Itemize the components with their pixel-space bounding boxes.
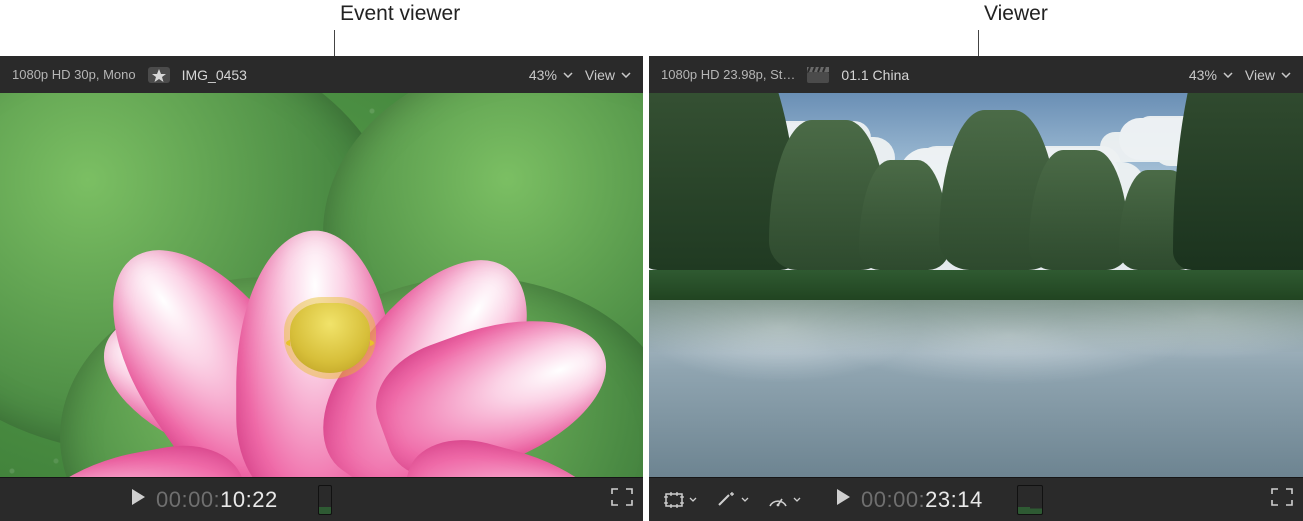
chevron-down-icon	[563, 72, 573, 78]
clip-name-text: 01.1 China	[841, 67, 909, 83]
chevron-down-icon	[741, 497, 749, 502]
transform-tool-menu[interactable]	[659, 489, 701, 511]
favorite-star-icon	[148, 67, 170, 83]
audio-meter[interactable]	[318, 485, 332, 515]
fullscreen-button[interactable]	[611, 488, 633, 511]
event-viewer-panel: 1080p HD 30p, Mono IMG_0453 43% View	[0, 56, 649, 521]
timecode-display[interactable]: 00:00:23:14	[861, 487, 983, 513]
preview-image	[649, 93, 1303, 477]
view-label: View	[1245, 67, 1275, 83]
chevron-down-icon	[1223, 72, 1233, 78]
view-options-menu[interactable]: View	[585, 67, 631, 83]
timecode-frames: 23:14	[925, 487, 983, 513]
play-button[interactable]	[835, 488, 851, 511]
retime-tool-menu[interactable]	[763, 489, 805, 511]
callout-leader-line	[978, 30, 979, 56]
audio-meter[interactable]	[1017, 485, 1043, 515]
viewer-footer: 00:00:23:14	[649, 477, 1303, 521]
clip-format-text: 1080p HD 23.98p, St…	[661, 67, 795, 82]
timecode-frames: 10:22	[220, 487, 278, 513]
viewer-header: 1080p HD 23.98p, St… 01.1 China 43% View	[649, 56, 1303, 93]
zoom-value: 43%	[529, 67, 557, 83]
clapperboard-icon	[807, 67, 829, 83]
event-viewer-canvas[interactable]	[0, 93, 643, 477]
view-options-menu[interactable]: View	[1245, 67, 1291, 83]
chevron-down-icon	[1281, 72, 1291, 78]
callout-leader-line	[334, 30, 335, 56]
chevron-down-icon	[621, 72, 631, 78]
event-viewer-footer: 00:00:10:22	[0, 477, 643, 521]
chevron-down-icon	[793, 497, 801, 502]
callout-event-viewer: Event viewer	[340, 2, 460, 26]
zoom-value: 43%	[1189, 67, 1217, 83]
callout-viewer: Viewer	[984, 2, 1048, 26]
timecode-hours: 00:00:	[861, 487, 925, 513]
fullscreen-button[interactable]	[1271, 488, 1293, 511]
viewer-canvas[interactable]	[649, 93, 1303, 477]
preview-image	[0, 93, 643, 477]
play-button[interactable]	[130, 488, 146, 511]
view-label: View	[585, 67, 615, 83]
timecode-display[interactable]: 00:00:10:22	[156, 487, 278, 513]
zoom-level-menu[interactable]: 43%	[529, 67, 573, 83]
chevron-down-icon	[689, 497, 697, 502]
timecode-hours: 00:00:	[156, 487, 220, 513]
zoom-level-menu[interactable]: 43%	[1189, 67, 1233, 83]
viewer-panel: 1080p HD 23.98p, St… 01.1 China 43% View	[649, 56, 1303, 521]
enhance-tool-menu[interactable]	[711, 489, 753, 511]
clip-name-text: IMG_0453	[182, 67, 247, 83]
event-viewer-header: 1080p HD 30p, Mono IMG_0453 43% View	[0, 56, 643, 93]
clip-format-text: 1080p HD 30p, Mono	[12, 67, 136, 82]
